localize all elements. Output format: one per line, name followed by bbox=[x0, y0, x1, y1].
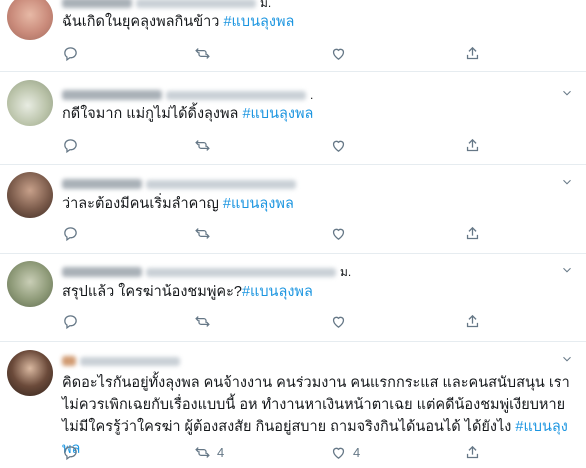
retweet-button[interactable] bbox=[194, 135, 217, 155]
tweet-menu-button[interactable] bbox=[560, 263, 574, 277]
like-button[interactable] bbox=[330, 311, 353, 331]
chevron-down-icon bbox=[563, 90, 571, 96]
tweet-actions: 4 4 bbox=[62, 442, 562, 462]
share-button[interactable] bbox=[464, 442, 481, 462]
chevron-down-icon bbox=[563, 179, 571, 185]
reply-icon bbox=[64, 46, 77, 61]
tweet-text-body: สรุปแล้ว ใครฆ่าน้องชมพู่คะ? bbox=[62, 284, 242, 300]
author-handle bbox=[166, 90, 306, 100]
retweet-icon bbox=[195, 446, 210, 458]
like-button[interactable]: 4 bbox=[330, 442, 360, 462]
avatar[interactable] bbox=[7, 172, 53, 218]
like-button[interactable] bbox=[330, 43, 353, 63]
author-name[interactable] bbox=[62, 0, 132, 8]
hashtag-link[interactable]: #แบนลุงพล bbox=[223, 14, 294, 30]
chevron-down-icon bbox=[563, 267, 571, 273]
reply-icon bbox=[64, 138, 77, 153]
avatar[interactable] bbox=[7, 261, 53, 307]
retweet-button[interactable] bbox=[194, 223, 217, 243]
header-trail: . bbox=[310, 88, 314, 102]
like-icon bbox=[332, 228, 345, 240]
author-name[interactable] bbox=[62, 179, 142, 189]
tweet-text-body: กดีใจมาก แม่กูไม่ได้ดิ้งลุงพล bbox=[62, 106, 243, 122]
tweet-text: ฉันเกิดในยุคลุงพลกินข้าว #แบนลุงพล bbox=[62, 11, 572, 33]
tweet-menu-button[interactable] bbox=[560, 175, 574, 189]
author-handle bbox=[146, 267, 336, 277]
reply-icon bbox=[64, 445, 77, 460]
like-icon bbox=[332, 48, 345, 60]
tweet-header: ม. bbox=[62, 263, 351, 281]
share-icon bbox=[466, 314, 479, 327]
author-name[interactable] bbox=[62, 356, 76, 366]
chevron-down-icon bbox=[563, 356, 571, 362]
like-icon bbox=[332, 447, 345, 459]
tweet-menu-button[interactable] bbox=[560, 352, 574, 366]
tweet-text: ว่าละต้องมีคนเริ่มลำคาญ #แบนลุงพล bbox=[62, 193, 572, 215]
author-name[interactable] bbox=[62, 90, 162, 100]
like-icon bbox=[332, 140, 345, 152]
tweet-text-body: ฉันเกิดในยุคลุงพลกินข้าว bbox=[62, 14, 224, 30]
reply-button[interactable] bbox=[62, 442, 79, 462]
tweet-item[interactable]: ว่าละต้องมีคนเริ่มลำคาญ #แบนลุงพล bbox=[0, 165, 586, 254]
retweet-count: 4 bbox=[217, 444, 225, 460]
retweet-icon bbox=[195, 227, 210, 239]
retweet-button[interactable] bbox=[194, 43, 217, 63]
tweet-item[interactable]: . กดีใจมาก แม่กูไม่ได้ดิ้งลุงพล #แบนลุงพ… bbox=[0, 72, 586, 165]
header-trail: ม. bbox=[340, 264, 352, 279]
like-button[interactable] bbox=[330, 135, 353, 155]
retweet-icon bbox=[195, 315, 210, 327]
author-handle bbox=[136, 0, 256, 8]
tweet-item[interactable]: ม. สรุปแล้ว ใครฆ่าน้องชมพู่คะ?#แบนลุงพล bbox=[0, 254, 586, 342]
tweet-actions bbox=[62, 135, 562, 155]
reply-icon bbox=[64, 226, 77, 241]
tweet-text-body: คิดอะไรกันอยู่ทั้งลุงพล คนจ้างงาน คนร่วม… bbox=[62, 375, 570, 435]
reply-button[interactable] bbox=[62, 135, 79, 155]
share-button[interactable] bbox=[464, 135, 481, 155]
tweet-menu-button[interactable] bbox=[560, 86, 574, 100]
avatar[interactable] bbox=[7, 80, 53, 126]
tweet-header bbox=[62, 352, 184, 370]
retweet-button[interactable] bbox=[194, 311, 217, 331]
author-name[interactable] bbox=[62, 267, 142, 277]
tweet-item[interactable]: ม. ฉันเกิดในยุคลุงพลกินข้าว #แบนลุงพล bbox=[0, 0, 586, 72]
tweet-item[interactable]: คิดอะไรกันอยู่ทั้งลุงพล คนจ้างงาน คนร่วม… bbox=[0, 342, 586, 468]
like-icon bbox=[332, 316, 345, 328]
avatar[interactable] bbox=[7, 0, 53, 40]
retweet-icon bbox=[195, 139, 210, 151]
tweet-actions bbox=[62, 311, 562, 331]
share-button[interactable] bbox=[464, 311, 481, 331]
author-handle bbox=[146, 179, 296, 189]
reply-button[interactable] bbox=[62, 223, 79, 243]
reply-button[interactable] bbox=[62, 43, 79, 63]
author-handle bbox=[80, 356, 180, 366]
tweet-text: กดีใจมาก แม่กูไม่ได้ดิ้งลุงพล #แบนลุงพล bbox=[62, 103, 572, 125]
tweet-text: สรุปแล้ว ใครฆ่าน้องชมพู่คะ?#แบนลุงพล bbox=[62, 281, 572, 303]
hashtag-link[interactable]: #แบนลุงพล bbox=[242, 284, 313, 300]
hashtag-link[interactable]: #แบนลุงพล bbox=[242, 106, 313, 122]
retweet-button[interactable]: 4 bbox=[194, 442, 224, 462]
tweet-actions bbox=[62, 223, 562, 243]
share-icon bbox=[466, 46, 479, 59]
like-button[interactable] bbox=[330, 223, 353, 243]
retweet-icon bbox=[195, 47, 210, 59]
tweet-header: . bbox=[62, 86, 313, 104]
hashtag-link[interactable]: #แบนลุงพล bbox=[223, 196, 294, 212]
share-button[interactable] bbox=[464, 223, 481, 243]
reply-button[interactable] bbox=[62, 311, 79, 331]
tweet-header bbox=[62, 175, 300, 193]
share-icon bbox=[466, 226, 479, 239]
tweet-text-body: ว่าละต้องมีคนเริ่มลำคาญ bbox=[62, 196, 223, 212]
share-icon bbox=[466, 445, 479, 458]
share-button[interactable] bbox=[464, 43, 481, 63]
like-count: 4 bbox=[353, 444, 361, 460]
reply-icon bbox=[64, 314, 77, 329]
tweet-actions bbox=[62, 43, 562, 63]
avatar[interactable] bbox=[7, 350, 53, 396]
share-icon bbox=[466, 138, 479, 151]
